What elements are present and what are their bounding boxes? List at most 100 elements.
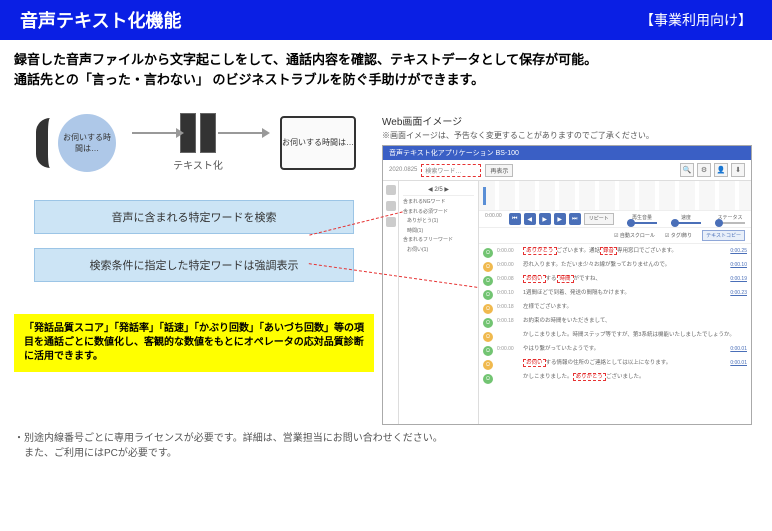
footnote-line-2: また、ご利用にはPCが必要です。 [14,446,758,461]
intro-line-1: 録音した音声ファイルから文字起こしをして、通話内容を確認、テキストデータとして保… [14,50,758,70]
transcript-row[interactable]: Ω 0:00.00 恐れ入ります。ただいま少々お線が繋っておりませんので。 0:… [483,260,747,274]
highlight-word: お伺い [523,359,546,367]
transcript-row[interactable]: Ω 0:00.00 ありがとうございます。通話録音専用窓口でございます。 0:0… [483,246,747,260]
required-word-item: 時間(1) [403,228,474,235]
side-nav [383,181,399,424]
status-bar [715,222,745,224]
speaker-badge: Ω [483,290,493,300]
row-text: お約束のお時間をいただきまして、 [523,318,747,325]
transcript-row[interactable]: Ω 0:00.18 左様でございます。 [483,302,747,316]
wrap-check[interactable]: ☑ タグ/飾り [665,232,692,239]
server-icon [200,113,216,153]
search-input[interactable]: 検索ワード… [421,164,481,177]
view-options: ☑ 自動スクロール ☑ タグ/飾り テキストコピー [479,228,751,244]
row-text: かしこまりました。ありがとうございました。 [523,374,747,381]
refresh-button[interactable]: 再表示 [485,164,513,177]
transcript-row[interactable]: Ω かしこまりました。ありがとうございました。 [483,372,747,386]
waveform[interactable] [479,181,751,211]
convert-label: テキスト化 [173,157,223,172]
speaker-badge: Ω [483,262,493,272]
row-text: 1週間ほどで到着、発送の間隔もかけます。 [523,290,726,297]
speaker-badge: Ω [483,374,493,384]
speaker-badge: Ω [483,248,493,258]
filter-icon[interactable]: ⚙ [697,163,711,177]
forward-button[interactable]: ▶ [554,213,566,225]
player-controls: 0:00.00 ⏮ ◀ ▶ ▶ ⏭ リピート 再生音量 [479,211,751,228]
transcript-row[interactable]: Ω 0:00.18 お約束のお時間をいただきまして、 [483,316,747,330]
skip-back-button[interactable]: ⏮ [509,213,521,225]
nav-icon[interactable] [386,201,396,211]
transcript-list: Ω 0:00.00 ありがとうございます。通話録音専用窓口でございます。 0:0… [479,244,751,424]
transcript-row[interactable]: Ω 0:00.08 お伺いする時間がですね、 0:00.19 [483,274,747,288]
web-image-caption: Web画面イメージ [382,113,758,128]
right-column: Web画面イメージ ※画面イメージは、予告なく変更することがありますのでご了承く… [374,95,758,425]
audience-tag: 【事業利用向け】 [640,10,752,30]
word-panel: ◀ 2/5 ▶ 含まれるNGワード 含まれる必須ワード ありがとう(1) 時間(… [399,181,479,424]
free-word-label: 含まれるフリーワード [403,237,474,244]
row-text: 左様でございます。 [523,304,747,311]
left-column: お伺いする時間は… テキスト化 お伺いする時間は… 音声に含まれる特定ワードを検… [14,95,374,425]
page-title: 音声テキスト化機能 [20,7,181,33]
row-duration: 0:00.10 [730,262,747,268]
search-icon[interactable]: 🔍 [680,163,694,177]
download-icon[interactable]: ⬇ [731,163,745,177]
arrow-icon [132,132,178,134]
speed-slider[interactable] [671,222,701,224]
highlight-word: 録音 [600,247,617,255]
callout-search: 音声に含まれる特定ワードを検索 [34,200,354,234]
yellow-feature-box: 「発話品質スコア」「発話率」「話速」「かぶり回数」「あいづち回数」等の項目を通話… [14,314,374,372]
speaker-badge: Ω [483,318,493,328]
footnote: ・別途内線番号ごとに専用ライセンスが必要です。詳細は、営業担当にお問い合わせくだ… [0,425,772,461]
row-time: 0:00.00 [497,262,519,268]
transcript-row[interactable]: Ω お伺いする情報の住所のご連絡としては以上になります。 0:00.01 [483,358,747,372]
transcript-row[interactable]: Ω かしこまりました。時間ステップ等ですが、第3系統は機能いたしましたでしょうか… [483,330,747,344]
volume-slider[interactable] [627,222,657,224]
callout-highlight: 検索条件に指定した特定ワードは強調表示 [34,248,354,282]
date-label: 2020.0825 [389,167,417,173]
rewind-button[interactable]: ◀ [524,213,536,225]
app-window: 音声テキスト化アプリケーション BS-100 2020.0825 検索ワード… … [382,145,752,425]
speaker-badge: Ω [483,332,493,342]
server-group: テキスト化 [132,113,264,172]
transcript-row[interactable]: Ω 0:00.10 1週間ほどで到着、発送の間隔もかけます。 0:00.23 [483,288,747,302]
row-duration: 0:00.25 [730,248,747,254]
row-time: 0:00.08 [497,276,519,282]
speaker-badge: Ω [483,304,493,314]
play-button[interactable]: ▶ [539,213,551,225]
repeat-button[interactable]: リピート [584,213,614,225]
volume-label: 再生音量 [632,214,652,221]
highlight-word: ありがとう [573,373,607,381]
nav-icon[interactable] [386,217,396,227]
flow-diagram: お伺いする時間は… テキスト化 お伺いする時間は… [14,95,374,186]
row-text: お伺いする時間がですね、 [523,276,726,283]
nav-icon[interactable] [386,185,396,195]
row-duration: 0:00.01 [730,346,747,352]
row-text: やはり繋がっていたようです。 [523,346,726,353]
speaker-badge: Ω [483,360,493,370]
row-duration: 0:00.23 [730,290,747,296]
text-copy-button[interactable]: テキストコピー [702,230,745,241]
autoscroll-check[interactable]: ☑ 自動スクロール [614,232,655,239]
row-text: かしこまりました。時間ステップ等ですが、第3系統は機能いたしましたでしょうか。 [523,332,747,339]
row-text: ありがとうございます。通話録音専用窓口でございます。 [523,248,726,255]
skip-fwd-button[interactable]: ⏭ [569,213,581,225]
laptop-icon: お伺いする時間は… [280,116,356,170]
intro-text: 録音した音声ファイルから文字起こしをして、通話内容を確認、テキストデータとして保… [0,40,772,95]
pager[interactable]: ◀ 2/5 ▶ [403,184,474,196]
row-time: 0:00.18 [497,318,519,324]
app-titlebar: 音声テキスト化アプリケーション BS-100 [383,146,751,160]
speaker-badge: Ω [483,346,493,356]
free-word-item: お伺い(1) [403,247,474,254]
page-header: 音声テキスト化機能 【事業利用向け】 [0,0,772,40]
highlight-word: 時間 [557,275,574,283]
speed-label: 速度 [681,214,691,221]
laptop-screen-text: お伺いする時間は… [282,137,354,148]
row-time: 0:00.10 [497,290,519,296]
ng-word-label: 含まれるNGワード [403,199,474,206]
user-icon[interactable]: 👤 [714,163,728,177]
intro-line-2: 通話先との「言った・言わない」 のビジネストラブルを防ぐ手助けができます。 [14,70,758,90]
player-time: 0:00.00 [485,213,502,225]
transcript-row[interactable]: Ω 0:00.00 やはり繋がっていたようです。 0:00.01 [483,344,747,358]
row-text: お伺いする情報の住所のご連絡としては以上になります。 [523,360,726,367]
highlight-word: ありがとう [523,247,557,255]
